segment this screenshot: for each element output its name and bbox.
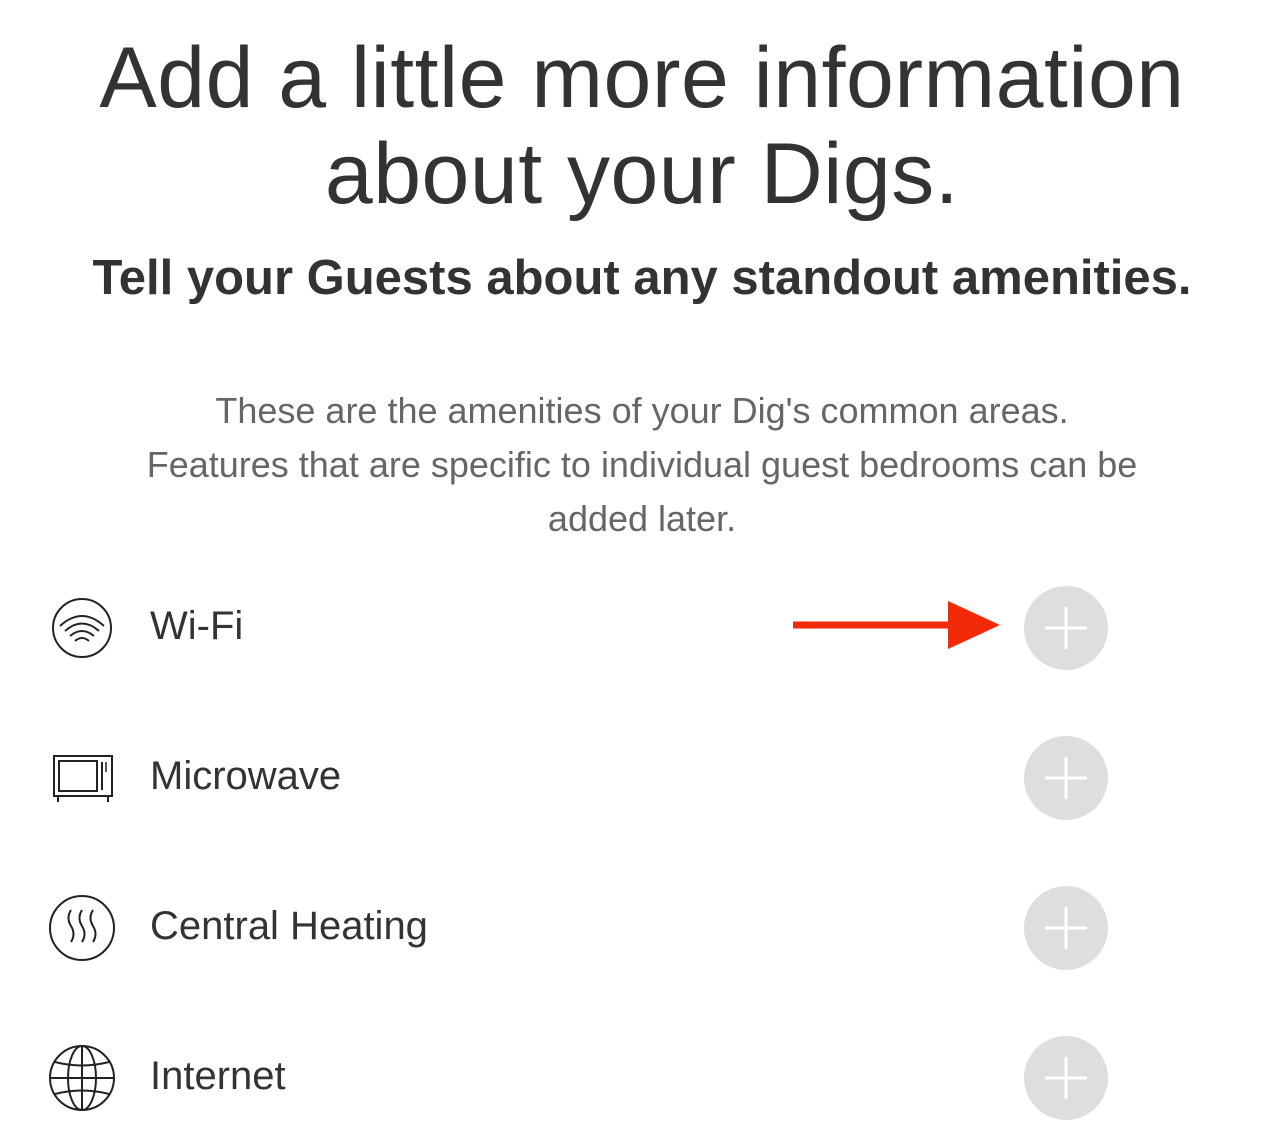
description-line-1: These are the amenities of your Dig's co… (215, 390, 1069, 431)
plus-icon (1045, 607, 1087, 649)
amenity-label-internet: Internet (150, 1054, 286, 1098)
wifi-icon (46, 592, 118, 664)
description-line-2: Features that are specific to individual… (146, 444, 1138, 485)
add-internet-button[interactable] (1024, 1036, 1108, 1120)
arrow-right-icon (790, 598, 1002, 652)
page-title: Add a little more information about your… (0, 30, 1284, 222)
amenity-label-wifi: Wi-Fi (150, 604, 244, 648)
amenity-row-internet: Internet (0, 1026, 1284, 1126)
page-title-line-1: Add a little more information (99, 30, 1185, 126)
add-central-heating-button[interactable] (1024, 886, 1108, 970)
plus-icon (1045, 757, 1087, 799)
amenity-row-wifi: Wi-Fi (0, 576, 1284, 676)
amenities-description: These are the amenities of your Dig's co… (80, 384, 1204, 546)
description-line-3: added later. (547, 498, 737, 539)
plus-icon (1045, 1057, 1087, 1099)
heating-icon (46, 892, 118, 964)
page-title-line-2: about your Digs. (324, 126, 960, 222)
page-subtitle: Tell your Guests about any standout amen… (92, 251, 1192, 305)
amenity-label-central-heating: Central Heating (150, 904, 428, 948)
amenity-row-microwave: Microwave (0, 726, 1284, 826)
globe-icon (46, 1042, 118, 1114)
plus-icon (1045, 907, 1087, 949)
add-microwave-button[interactable] (1024, 736, 1108, 820)
add-wifi-button[interactable] (1024, 586, 1108, 670)
amenity-row-central-heating: Central Heating (0, 876, 1284, 976)
amenity-label-microwave: Microwave (150, 754, 342, 798)
microwave-icon (46, 742, 118, 814)
